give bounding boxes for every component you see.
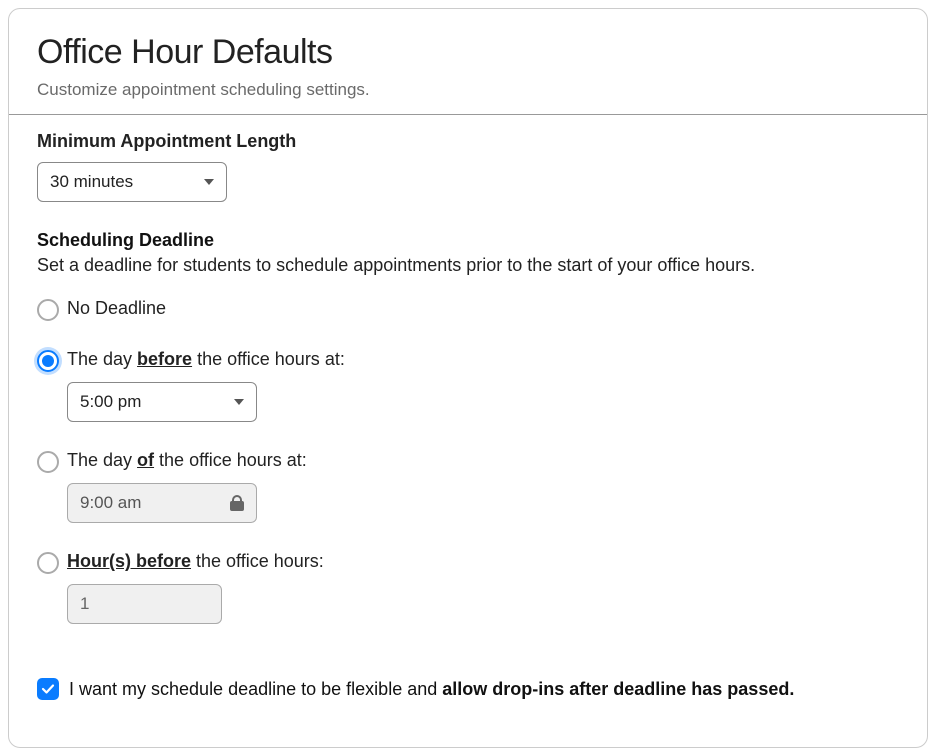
- radio-day-of[interactable]: The day of the office hours at:: [37, 450, 899, 473]
- deadline-label: Scheduling Deadline: [37, 230, 899, 251]
- radio-hours-before-label: Hour(s) before the office hours:: [67, 551, 324, 572]
- min-length-label: Minimum Appointment Length: [37, 131, 899, 152]
- hours-before-value: 1: [80, 594, 89, 613]
- flexible-checkbox[interactable]: [37, 678, 59, 700]
- day-before-time-select[interactable]: 5:00 pm: [67, 382, 257, 422]
- flexible-checkbox-row[interactable]: I want my schedule deadline to be flexib…: [37, 678, 899, 700]
- radio-day-before-button[interactable]: [37, 350, 59, 372]
- radio-day-of-button[interactable]: [37, 451, 59, 473]
- radio-day-before[interactable]: The day before the office hours at:: [37, 349, 899, 372]
- radio-hours-before-container: Hour(s) before the office hours: 1: [37, 551, 899, 624]
- card-header: Office Hour Defaults Customize appointme…: [9, 9, 927, 115]
- min-length-select[interactable]: 30 minutes: [37, 162, 227, 202]
- card-content: Minimum Appointment Length 30 minutes Sc…: [9, 115, 927, 728]
- radio-no-deadline-label: No Deadline: [67, 298, 166, 319]
- chevron-down-icon: [204, 179, 214, 185]
- radio-day-before-label: The day before the office hours at:: [67, 349, 345, 370]
- day-of-time-value: 9:00 am: [80, 493, 141, 513]
- check-icon: [41, 682, 55, 696]
- chevron-down-icon: [234, 399, 244, 405]
- page-title: Office Hour Defaults: [37, 33, 899, 72]
- min-length-value: 30 minutes: [50, 172, 133, 192]
- radio-day-before-container: The day before the office hours at: 5:00…: [37, 349, 899, 422]
- page-subtitle: Customize appointment scheduling setting…: [37, 80, 899, 100]
- day-of-time-select: 9:00 am: [67, 483, 257, 523]
- lock-icon: [230, 495, 244, 511]
- radio-no-deadline[interactable]: No Deadline: [37, 298, 899, 321]
- deadline-radio-group: No Deadline The day before the office ho…: [37, 298, 899, 624]
- radio-no-deadline-button[interactable]: [37, 299, 59, 321]
- radio-day-of-container: The day of the office hours at: 9:00 am: [37, 450, 899, 523]
- radio-day-of-label: The day of the office hours at:: [67, 450, 307, 471]
- radio-hours-before[interactable]: Hour(s) before the office hours:: [37, 551, 899, 574]
- flexible-checkbox-label: I want my schedule deadline to be flexib…: [69, 679, 794, 700]
- deadline-desc: Set a deadline for students to schedule …: [37, 255, 899, 276]
- hours-before-input: 1: [67, 584, 222, 624]
- office-hour-defaults-card: Office Hour Defaults Customize appointme…: [8, 8, 928, 748]
- radio-selected-dot: [42, 355, 54, 367]
- day-before-time-value: 5:00 pm: [80, 392, 141, 412]
- radio-hours-before-button[interactable]: [37, 552, 59, 574]
